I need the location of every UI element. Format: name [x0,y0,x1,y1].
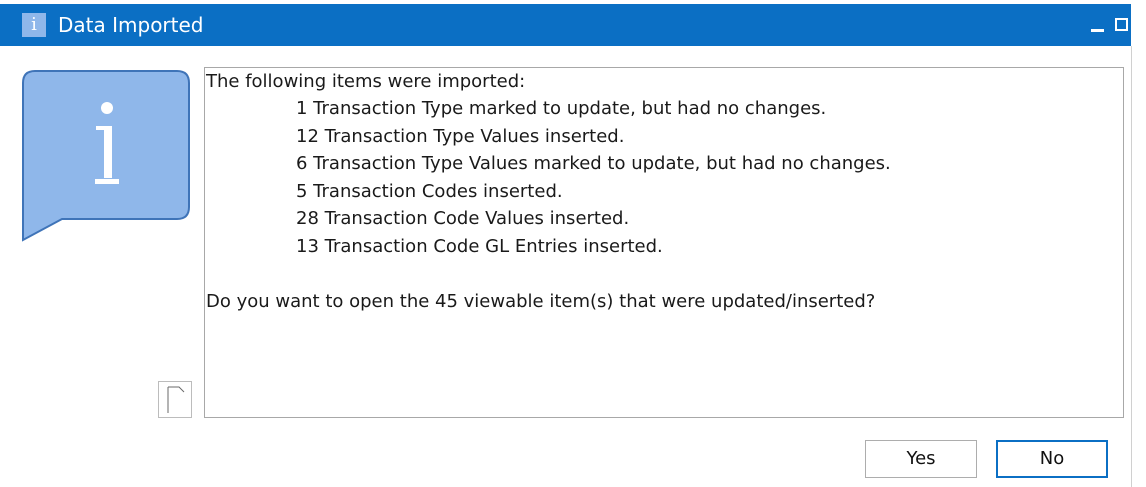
title-bar[interactable]: i Data Imported [0,4,1131,46]
message-text-box[interactable]: The following items were imported: 1 Tra… [204,67,1124,418]
copy-button[interactable] [158,381,192,418]
import-item: 28 Transaction Code Values inserted. [296,208,630,229]
info-speech-bubble-icon [22,70,190,242]
import-item: 13 Transaction Code GL Entries inserted. [296,236,663,257]
import-item: 1 Transaction Type marked to update, but… [296,98,827,119]
import-item: 5 Transaction Codes inserted. [296,181,563,202]
minimize-icon[interactable] [1087,14,1109,36]
maximize-icon[interactable] [1111,14,1133,36]
info-icon: i [22,13,46,37]
window-border [1131,46,1132,487]
no-button[interactable]: No [996,440,1108,478]
dialog-title: Data Imported [58,13,204,37]
message-question: Do you want to open the 45 viewable item… [206,291,876,312]
import-item: 6 Transaction Type Values marked to upda… [296,153,891,174]
copy-document-icon [167,386,185,413]
message-intro: The following items were imported: [206,71,526,92]
yes-button[interactable]: Yes [865,440,977,478]
import-item: 12 Transaction Type Values inserted. [296,126,625,147]
